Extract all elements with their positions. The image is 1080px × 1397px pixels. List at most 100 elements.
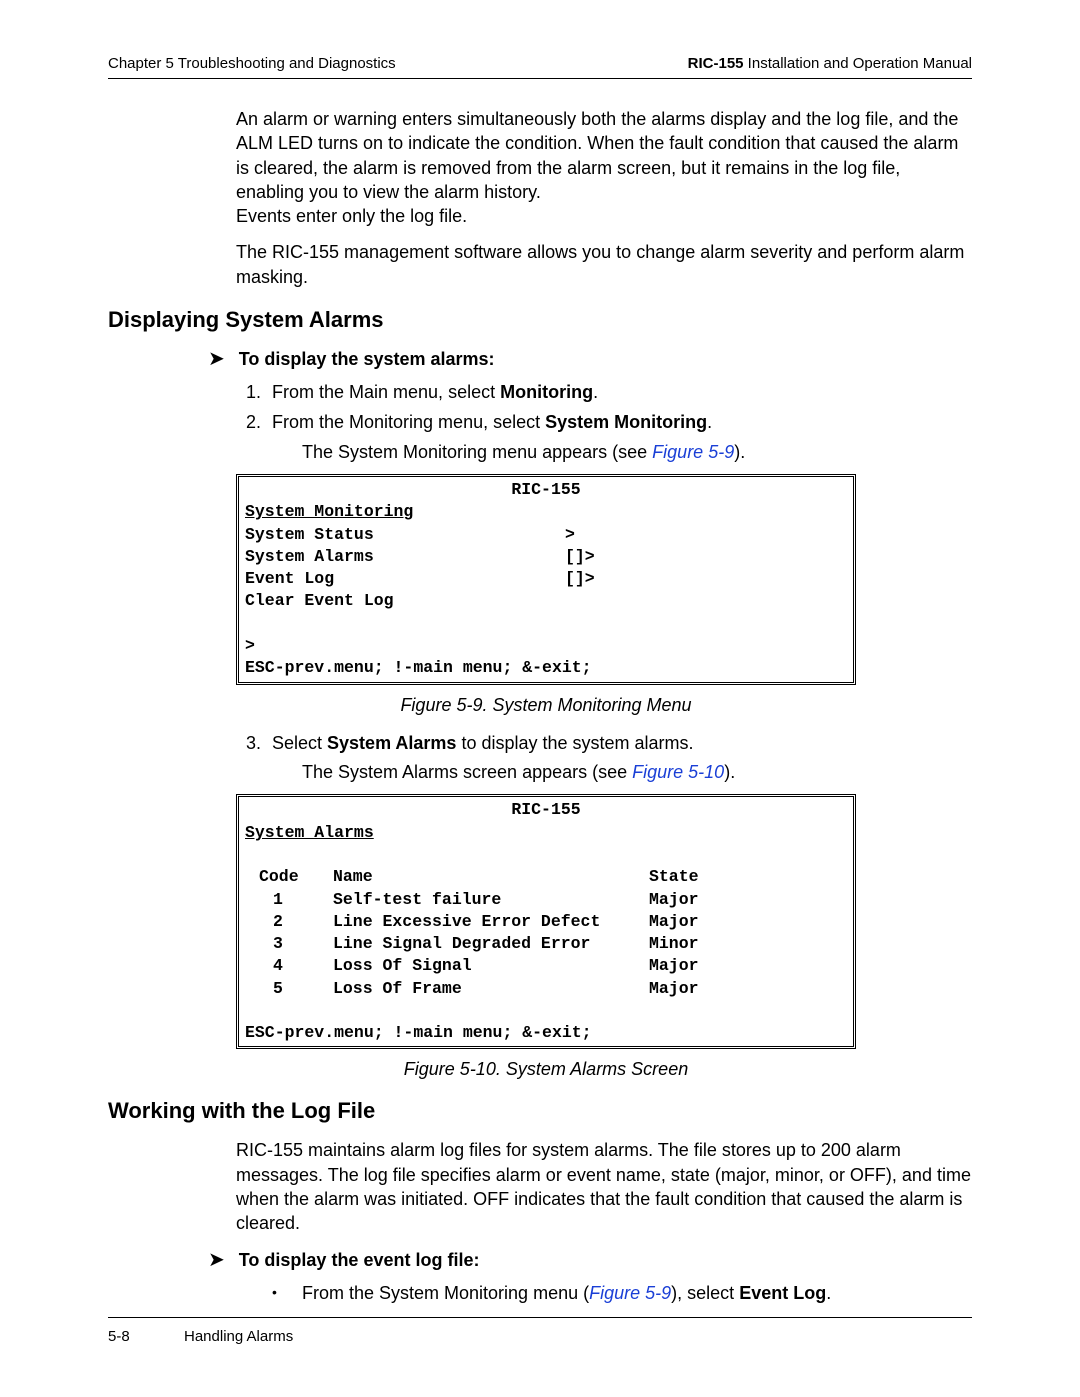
codebox2-row-code: 1 xyxy=(245,889,333,911)
codebox2-row-name: Loss Of Signal xyxy=(333,955,649,977)
header-right: RIC-155 Installation and Operation Manua… xyxy=(688,55,972,72)
codebox2-row: 4 Loss Of Signal Major xyxy=(245,955,847,977)
codebox2-row-state: Minor xyxy=(649,933,847,955)
step-1-num: 1. xyxy=(246,379,272,407)
codebox2-row-state: Major xyxy=(649,911,847,933)
codebox1-blank xyxy=(245,613,847,635)
footer-section: Handling Alarms xyxy=(184,1328,293,1345)
codebox1-prompt: > xyxy=(245,635,847,657)
step1-pre: From the Main menu, select xyxy=(272,382,500,402)
codebox1-row-label: Clear Event Log xyxy=(245,590,565,612)
codebox1-title: RIC-155 xyxy=(245,479,847,501)
intro-para2: The RIC-155 management software allows y… xyxy=(236,240,972,289)
step2-result-post: ). xyxy=(734,442,745,462)
codebox2-row: 5 Loss Of Frame Major xyxy=(245,978,847,1000)
step-3-num: 3. xyxy=(246,730,272,758)
step-1-body: From the Main menu, select Monitoring. xyxy=(272,379,972,407)
codebox2-blank1 xyxy=(245,844,847,866)
figure-5-10-caption: Figure 5-10. System Alarms Screen xyxy=(236,1059,856,1080)
intro-para1b-text: Events enter only the log file. xyxy=(236,206,467,226)
section2-para: RIC-155 maintains alarm log files for sy… xyxy=(236,1138,972,1235)
codebox1-row: System Status > xyxy=(245,524,847,546)
codebox1-row: Clear Event Log xyxy=(245,590,847,612)
codebox1-row-label: System Status xyxy=(245,524,565,546)
bullet-item: • From the System Monitoring menu (Figur… xyxy=(272,1280,972,1307)
intro-para1-text: An alarm or warning enters simultaneousl… xyxy=(236,109,958,202)
codebox2-row-state: Major xyxy=(649,978,847,1000)
codebox2-row: 1 Self-test failure Major xyxy=(245,889,847,911)
step1-bold: Monitoring xyxy=(500,382,593,402)
codebox2-row-name: Self-test failure xyxy=(333,889,649,911)
procedure-heading-2: ➤ To display the event log file: xyxy=(208,1248,972,1272)
codebox2-hdr-code: Code xyxy=(245,866,333,888)
codebox2-sub: System Alarms xyxy=(245,822,847,844)
codebox1-row: Event Log []> xyxy=(245,568,847,590)
figure-link-5-9b[interactable]: Figure 5-9 xyxy=(589,1283,671,1303)
bullet-pre: From the System Monitoring menu ( xyxy=(302,1283,589,1303)
footer-row: 5-8 Handling Alarms xyxy=(108,1328,972,1345)
codebox1-row: System Alarms []> xyxy=(245,546,847,568)
step-2: 2. From the Monitoring menu, select Syst… xyxy=(246,409,972,437)
codebox2-row-state: Major xyxy=(649,889,847,911)
codebox2-row: 2 Line Excessive Error Defect Major xyxy=(245,911,847,933)
step2-bold: System Monitoring xyxy=(545,412,707,432)
codebox2-header-row: Code Name State xyxy=(245,866,847,888)
bullet-mid: ), select xyxy=(671,1283,739,1303)
bullet-icon: • xyxy=(272,1280,302,1307)
step3-pre: Select xyxy=(272,733,327,753)
step3-result-post: ). xyxy=(724,762,735,782)
footer-page: 5-8 xyxy=(108,1328,184,1345)
section1-heading: Displaying System Alarms xyxy=(108,307,972,333)
codebox1-row-sym: []> xyxy=(565,568,847,590)
step-3: 3. Select System Alarms to display the s… xyxy=(246,730,972,758)
step-2-result: The System Monitoring menu appears (see … xyxy=(302,439,972,466)
codebox2-footer: ESC-prev.menu; !-main menu; &-exit; xyxy=(245,1022,847,1044)
footer-rule xyxy=(108,1317,972,1318)
codebox2-row-name: Line Signal Degraded Error xyxy=(333,933,649,955)
codebox2-row-code: 3 xyxy=(245,933,333,955)
codebox1-row-label: Event Log xyxy=(245,568,565,590)
codebox2-row-code: 5 xyxy=(245,978,333,1000)
codebox1-row-label: System Alarms xyxy=(245,546,565,568)
arrow-icon: ➤ xyxy=(208,1248,225,1272)
step-1: 1. From the Main menu, select Monitoring… xyxy=(246,379,972,407)
step-2-num: 2. xyxy=(246,409,272,437)
codebox2-row-name: Line Excessive Error Defect xyxy=(333,911,649,933)
codebox1-sub: System Monitoring xyxy=(245,501,847,523)
step-2-body: From the Monitoring menu, select System … xyxy=(272,409,972,437)
header-product-rest: Installation and Operation Manual xyxy=(744,55,972,72)
codebox2-title: RIC-155 xyxy=(245,799,847,821)
bullet-bold: Event Log xyxy=(739,1283,826,1303)
codebox1-row-sym: > xyxy=(565,524,847,546)
codebox2-row-state: Major xyxy=(649,955,847,977)
section2-heading: Working with the Log File xyxy=(108,1098,972,1124)
codebox1-row-sym: []> xyxy=(565,546,847,568)
codebox1-row-sym xyxy=(565,590,847,612)
step2-result-pre: The System Monitoring menu appears (see xyxy=(302,442,652,462)
step3-result-pre: The System Alarms screen appears (see xyxy=(302,762,632,782)
step2-pre: From the Monitoring menu, select xyxy=(272,412,545,432)
procedure-heading-1: ➤ To display the system alarms: xyxy=(208,347,972,371)
codebox2-row-code: 4 xyxy=(245,955,333,977)
step3-bold: System Alarms xyxy=(327,733,456,753)
figure-5-9-caption: Figure 5-9. System Monitoring Menu xyxy=(236,695,856,716)
codebox2-hdr-name: Name xyxy=(333,866,649,888)
figure-link-5-9a[interactable]: Figure 5-9 xyxy=(652,442,734,462)
page-footer: 5-8 Handling Alarms xyxy=(108,1317,972,1345)
codebox-system-monitoring: RIC-155 System Monitoring System Status … xyxy=(236,474,856,684)
header-product-bold: RIC-155 xyxy=(688,55,744,72)
codebox2-row-name: Loss Of Frame xyxy=(333,978,649,1000)
codebox-system-alarms: RIC-155 System Alarms Code Name State 1 … xyxy=(236,794,856,1049)
step-3-body: Select System Alarms to display the syst… xyxy=(272,730,972,758)
step-3-result: The System Alarms screen appears (see Fi… xyxy=(302,759,972,786)
step2-post: . xyxy=(707,412,712,432)
figure-link-5-10[interactable]: Figure 5-10 xyxy=(632,762,724,782)
procedure-heading-1-text: To display the system alarms: xyxy=(239,347,495,371)
codebox2-row: 3 Line Signal Degraded Error Minor xyxy=(245,933,847,955)
header-left: Chapter 5 Troubleshooting and Diagnostic… xyxy=(108,55,396,72)
page-header: Chapter 5 Troubleshooting and Diagnostic… xyxy=(108,55,972,79)
codebox1-footer: ESC-prev.menu; !-main menu; &-exit; xyxy=(245,657,847,679)
intro-para1: An alarm or warning enters simultaneousl… xyxy=(236,107,972,228)
codebox2-hdr-state: State xyxy=(649,866,847,888)
procedure-heading-2-text: To display the event log file: xyxy=(239,1248,480,1272)
